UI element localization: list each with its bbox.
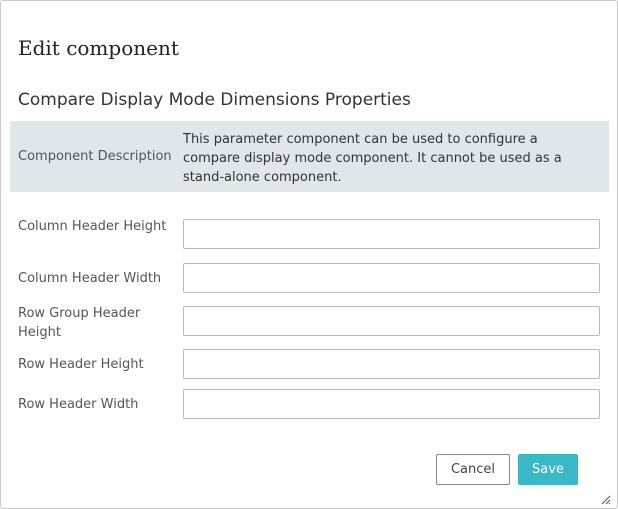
edit-component-dialog: Edit component Compare Display Mode Dime… (0, 0, 618, 509)
dialog-title: Edit component (18, 36, 179, 60)
component-description-text: This parameter component can be used to … (183, 132, 562, 185)
component-description-label: Component Description (18, 149, 172, 164)
row-header-width-label: Row Header Width (18, 397, 139, 412)
column-header-width-input[interactable] (183, 263, 600, 293)
section-title: Compare Display Mode Dimensions Properti… (18, 90, 411, 110)
row-group-header-height-input[interactable] (183, 306, 600, 336)
row-header-height-label: Row Header Height (18, 357, 144, 372)
row-header-height-input[interactable] (183, 349, 600, 379)
column-header-height-label: Column Header Height (18, 219, 167, 234)
resize-grip-icon[interactable] (599, 490, 611, 505)
row-header-width-input[interactable] (183, 389, 600, 419)
component-description-panel: Component Description This parameter com… (10, 121, 609, 192)
column-header-height-input[interactable] (183, 219, 600, 249)
save-button[interactable]: Save (518, 454, 578, 485)
column-header-width-label: Column Header Width (18, 271, 162, 286)
cancel-button[interactable]: Cancel (436, 454, 510, 485)
row-group-header-height-label: Row Group Header Height (18, 306, 141, 340)
